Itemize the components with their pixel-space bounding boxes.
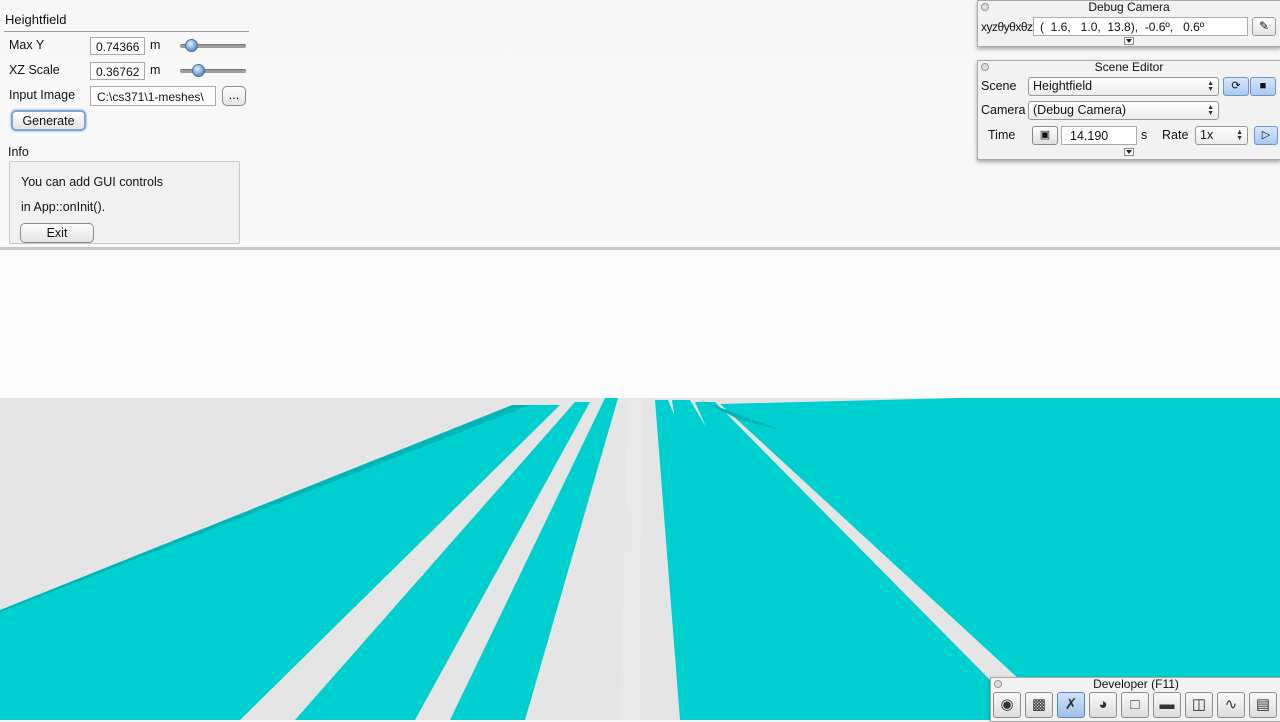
camera-icon[interactable]: ◉: [993, 692, 1021, 718]
time-label: Time: [988, 128, 1016, 142]
scene-graph-icon[interactable]: ◫: [1185, 692, 1213, 718]
scene-value: Heightfield: [1033, 79, 1093, 93]
film-icon[interactable]: ▣: [1032, 126, 1058, 145]
expand-arrow-icon[interactable]: [1124, 37, 1134, 45]
exit-button[interactable]: Exit: [20, 223, 94, 243]
developer-window: Developer (F11) ◉ ▩ ✗ ◕ □ ▬ ◫ ∿ ▤: [990, 677, 1280, 722]
speedometer-icon[interactable]: ◕: [1089, 692, 1117, 718]
tools-icon[interactable]: ✗: [1057, 692, 1085, 718]
clapperboard-icon[interactable]: ▩: [1025, 692, 1053, 718]
reload-icon[interactable]: ⟳: [1223, 77, 1249, 96]
debug-camera-window: Debug Camera xyzθyθxθz ( 1.6, 1.0, 13.8)…: [977, 0, 1280, 47]
xz-scale-label: XZ Scale: [9, 63, 60, 77]
rate-value: 1x: [1200, 128, 1214, 142]
info-text: You can add GUI controls: [21, 175, 163, 189]
max-y-field[interactable]: 0.74366: [90, 37, 145, 55]
input-image-field[interactable]: C:\cs371\1-meshes\: [90, 86, 216, 106]
input-image-label: Input Image: [9, 88, 76, 102]
scene-label: Scene: [981, 79, 1017, 93]
new-window-icon[interactable]: □: [1121, 692, 1149, 718]
console-icon[interactable]: ▬: [1153, 692, 1181, 718]
document-icon[interactable]: ▤: [1249, 692, 1277, 718]
info-label: Info: [8, 145, 29, 159]
divider: [4, 31, 249, 32]
window-title: Developer (F11): [1093, 677, 1179, 691]
camera-label: Camera: [981, 103, 1026, 117]
play-icon[interactable]: ▷: [1254, 126, 1278, 145]
xz-scale-slider-knob[interactable]: [192, 64, 206, 77]
xz-scale-slider[interactable]: [180, 69, 246, 73]
generate-button[interactable]: Generate: [11, 110, 86, 131]
updown-arrows-icon: ▲ ▼: [1236, 129, 1243, 142]
profiler-icon[interactable]: ∿: [1217, 692, 1245, 718]
scene-dropdown[interactable]: Heightfield ▲ ▼: [1028, 77, 1219, 96]
max-y-slider-knob[interactable]: [185, 39, 199, 52]
max-y-label: Max Y: [9, 38, 45, 52]
rate-dropdown[interactable]: 1x ▲ ▼: [1195, 126, 1248, 145]
max-y-unit: m: [150, 38, 161, 52]
camera-dropdown[interactable]: (Debug Camera) ▲ ▼: [1028, 101, 1219, 120]
pane-title: Heightfield: [5, 12, 67, 27]
browse-button[interactable]: ...: [222, 86, 246, 106]
pencil-icon[interactable]: ✎: [1252, 17, 1276, 36]
updown-arrows-icon: ▲ ▼: [1207, 104, 1214, 117]
xz-scale-unit: m: [150, 63, 161, 77]
heightfield-pane: Heightfield Max Y 0.74366 m XZ Scale 0.3…: [0, 0, 250, 248]
expand-arrow-icon[interactable]: [1124, 148, 1134, 156]
time-field[interactable]: 14.190: [1061, 126, 1137, 145]
camera-coordinates-field[interactable]: ( 1.6, 1.0, 13.8), -0.6º, 0.6º: [1033, 17, 1248, 36]
info-box: You can add GUI controls in App::onInit(…: [9, 161, 240, 244]
time-unit: s: [1141, 128, 1148, 142]
window-title: Scene Editor: [1094, 60, 1164, 74]
info-text: in App::onInit().: [21, 200, 106, 214]
xz-scale-field[interactable]: 0.36762: [90, 62, 145, 80]
updown-arrows-icon: ▲ ▼: [1207, 80, 1214, 93]
rate-label: Rate: [1162, 128, 1189, 142]
scene-editor-window: Scene Editor Scene Heightfield ▲ ▼ ⟳ ■ Ca…: [977, 60, 1280, 160]
xyz-label: xyzθyθxθz: [981, 20, 1033, 34]
lock-icon[interactable]: ■: [1250, 77, 1276, 96]
camera-value: (Debug Camera): [1033, 103, 1127, 117]
window-title: Debug Camera: [1088, 0, 1170, 14]
